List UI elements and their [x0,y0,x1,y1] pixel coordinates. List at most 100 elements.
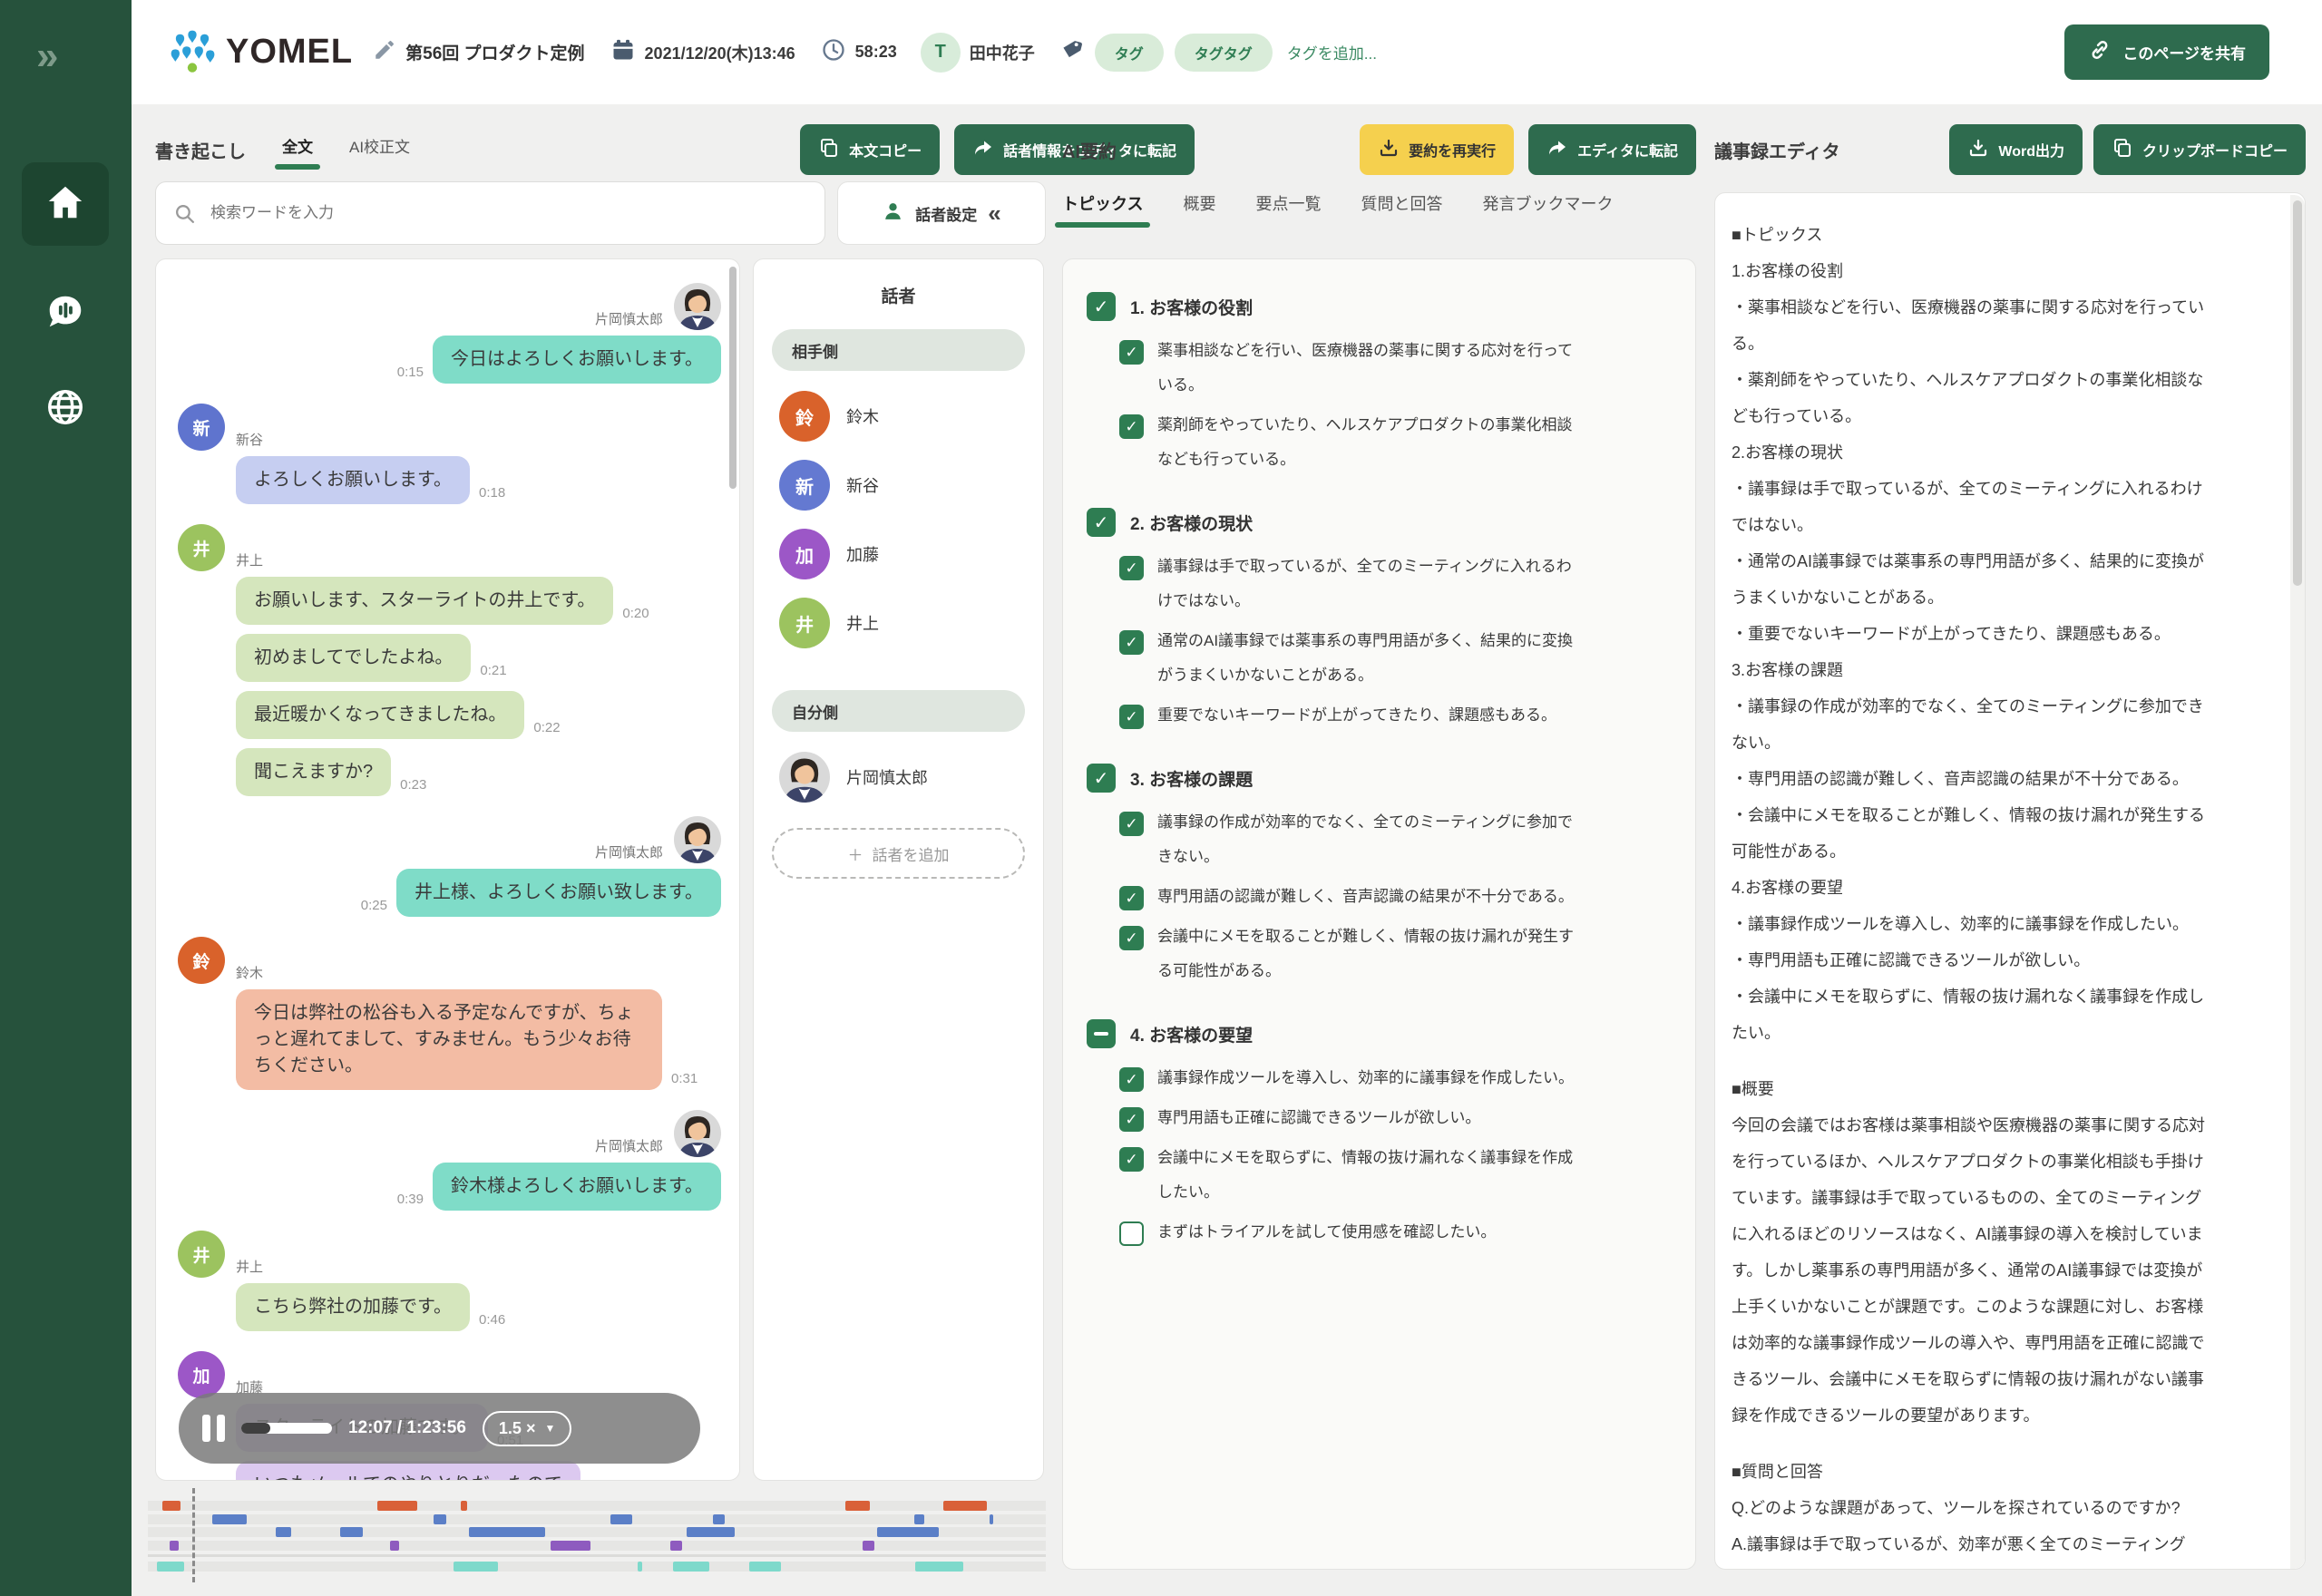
indeterminate-checkbox[interactable] [1087,1019,1116,1048]
user-photo-avatar[interactable] [674,816,721,863]
speaker-list-item[interactable]: 片岡慎太郎 [779,752,1025,803]
unchecked-checkbox[interactable] [1119,1221,1144,1246]
chat-message-group: 井井上こちら弊社の加藤です。0:46 [178,1231,721,1331]
chat-bubble[interactable]: 鈴木様よろしくお願いします。 [433,1163,721,1211]
page-header: YOMEL 第56回 プロダクト定例 2021/12/20(木)13:46 58… [132,0,2322,104]
tab-overview[interactable]: 概要 [1183,191,1215,224]
speaker-avatar[interactable]: 加 [178,1351,225,1398]
summary-to-editor-button[interactable]: エディタに転記 [1528,124,1696,175]
user-photo-avatar[interactable] [779,752,830,803]
share-page-button[interactable]: このページを共有 [2064,24,2269,80]
speaker-list-item[interactable]: 鈴鈴木 [779,391,1025,442]
yomel-logo[interactable]: YOMEL [168,28,353,77]
copy-body-button[interactable]: 本文コピー [800,124,940,175]
bubble-row: よろしくお願いします。0:18 [178,456,721,504]
user-photo-avatar[interactable] [674,1110,721,1157]
checked-checkbox[interactable]: ✓ [1119,340,1144,365]
timeline-track[interactable] [148,1541,1046,1551]
pause-button[interactable] [202,1415,225,1442]
add-tag-link[interactable]: タグを追加... [1287,41,1377,63]
checked-checkbox[interactable]: ✓ [1119,926,1144,950]
chat-bubble[interactable]: いつもメールでのやりとりだったので [236,1461,580,1481]
speaker-list-item[interactable]: 新新谷 [779,460,1025,511]
checklist-item: ✓専門用語の認識が難しく、音声認識の結果が不十分である。 [1119,880,1672,914]
calendar-icon [610,37,636,67]
timeline-track[interactable] [148,1501,1046,1511]
seek-knob[interactable] [241,1423,270,1434]
checked-checkbox[interactable]: ✓ [1087,764,1116,793]
tab-q-and-a[interactable]: 質問と回答 [1361,191,1442,224]
seek-slider[interactable] [241,1423,332,1434]
timeline-segment [749,1562,781,1572]
user-photo-avatar[interactable] [674,283,721,330]
editor-content[interactable]: ■トピックス1.お客様の役割・薬事相談などを行い、医療機器の薬事に関する応対を行… [1732,217,2210,1562]
speaker-avatar[interactable]: 新 [178,404,225,451]
timeline-track[interactable] [148,1514,1046,1524]
sidebar-item-recordings[interactable] [22,272,109,355]
sidebar-item-language[interactable] [22,367,109,451]
checked-checkbox[interactable]: ✓ [1119,886,1144,910]
checked-checkbox[interactable]: ✓ [1119,1107,1144,1132]
collapse-panel-icon[interactable]: « [988,201,1000,225]
chat-message-group: 新新谷よろしくお願いします。0:18 [178,404,721,504]
editor-blank-line [1732,1434,2210,1454]
chat-bubble[interactable]: 今日は弊社の松谷も入る予定なんですが、ちょっと遅れてまして、すみません。もう少々… [236,989,662,1090]
bubble-row: 0:15今日はよろしくお願いします。 [178,336,721,384]
tab-full-text[interactable]: 全文 [282,134,313,166]
sidebar-item-home[interactable] [22,162,109,246]
ai-summary-tabs: トピックス 概要 要点一覧 質問と回答 発言ブックマーク [1062,191,1613,224]
checked-checkbox[interactable]: ✓ [1119,1147,1144,1172]
clock-icon [821,37,846,67]
checked-checkbox[interactable]: ✓ [1119,812,1144,836]
bubble-row: 今日は弊社の松谷も入る予定なんですが、ちょっと遅れてまして、すみません。もう少々… [178,989,721,1090]
speaker-avatar[interactable]: 鈴 [178,937,225,984]
transcript-scrollbar[interactable] [729,267,737,489]
timeline-segment [673,1562,709,1572]
checked-checkbox[interactable]: ✓ [1119,1067,1144,1092]
summary-checklist: ✓1. お客様の役割✓薬事相談などを行い、医療機器の薬事に関する応対を行っている… [1087,292,1672,1250]
checked-checkbox[interactable]: ✓ [1087,292,1116,321]
rerun-summary-button[interactable]: 要約を再実行 [1360,124,1514,175]
chat-bubble[interactable]: よろしくお願いします。 [236,456,470,504]
checklist-section-title: 2. お客様の現状 [1130,511,1253,535]
chat-bubble[interactable]: こちら弊社の加藤です。 [236,1283,470,1331]
checked-checkbox[interactable]: ✓ [1119,414,1144,439]
tag-pill[interactable]: タグタグ [1175,34,1273,72]
speaker-avatar[interactable]: 井 [178,524,225,571]
word-export-button[interactable]: Word出力 [1949,124,2083,175]
chat-bubble[interactable]: 聞こえますか? [236,748,391,796]
tab-key-points[interactable]: 要点一覧 [1255,191,1321,224]
add-speaker-button[interactable]: ＋ 話者を追加 [772,828,1025,879]
speaker-list-item[interactable]: 井井上 [779,598,1025,648]
chat-bubble[interactable]: 最近暖かくなってきましたね。 [236,691,524,739]
edit-title-icon[interactable] [373,38,396,66]
tab-ai-proofread[interactable]: AI校正文 [349,134,410,166]
checklist-section-header: ✓3. お客様の課題 [1087,764,1672,793]
editor-line: ■概要 [1732,1071,2210,1107]
timeline-track[interactable] [148,1562,1046,1572]
chat-bubble[interactable]: 今日はよろしくお願いします。 [433,336,721,384]
clipboard-copy-button[interactable]: クリップボードコピー [2093,124,2306,175]
tab-bookmarks[interactable]: 発言ブックマーク [1482,191,1613,224]
user-name: 田中花子 [970,41,1035,64]
speaker-settings-button[interactable]: 話者設定 « [837,181,1046,245]
checked-checkbox[interactable]: ✓ [1087,508,1116,537]
tab-topics[interactable]: トピックス [1062,191,1143,224]
tag-pill[interactable]: タグ [1095,34,1164,72]
speaker-avatar[interactable]: 井 [178,1231,225,1278]
chat-bubble[interactable]: お願いします、スターライトの井上です。 [236,577,613,625]
meeting-duration: 58:23 [855,43,897,62]
chat-bubble[interactable]: 初めましてでしたよね。 [236,634,471,682]
timeline-track[interactable] [148,1527,1046,1537]
expand-sidebar-icon[interactable]: » [36,36,58,76]
speaker-list-item[interactable]: 加加藤 [779,529,1025,579]
playback-speed-dropdown[interactable]: 1.5 × ▼ [483,1411,571,1446]
chat-bubble[interactable]: 井上様、よろしくお願い致します。 [396,869,721,917]
copy-icon [2112,137,2133,163]
checked-checkbox[interactable]: ✓ [1119,705,1144,729]
search-input[interactable] [155,181,825,245]
checked-checkbox[interactable]: ✓ [1119,630,1144,655]
editor-line: 今回の会議ではお客様は薬事相談や医療機器の薬事に関する応対を行っているほか、ヘル… [1732,1107,2210,1434]
checked-checkbox[interactable]: ✓ [1119,556,1144,580]
editor-scrollbar[interactable] [2293,200,2302,586]
